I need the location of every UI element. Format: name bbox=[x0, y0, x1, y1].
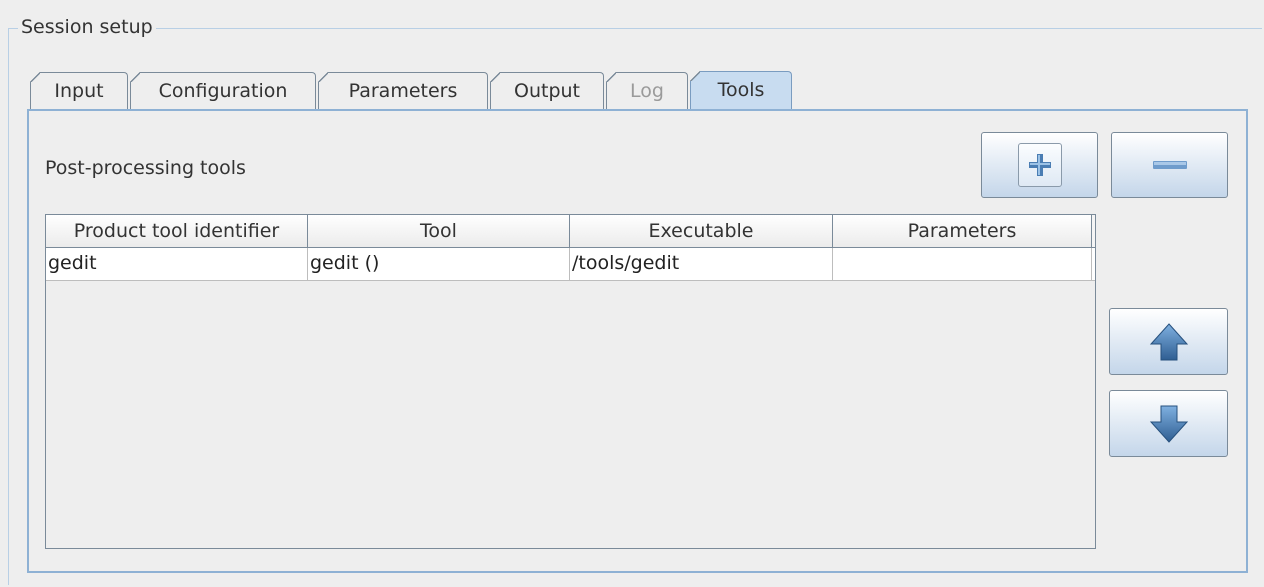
tools-table[interactable]: Product tool identifier Tool Executable … bbox=[45, 214, 1096, 549]
post-processing-heading: Post-processing tools bbox=[45, 157, 246, 179]
table-header: Product tool identifier Tool Executable … bbox=[46, 215, 1095, 248]
move-up-button[interactable] bbox=[1109, 308, 1228, 375]
arrow-down-icon bbox=[1149, 405, 1188, 443]
tab-log: Log bbox=[606, 72, 688, 109]
column-header[interactable]: Parameters bbox=[833, 215, 1092, 247]
tab-tools[interactable]: Tools bbox=[690, 71, 792, 110]
table-row[interactable]: gedit gedit () /tools/gedit bbox=[46, 248, 1095, 281]
column-header[interactable]: Executable bbox=[570, 215, 833, 247]
table-cell[interactable] bbox=[833, 248, 1092, 280]
tab-parameters[interactable]: Parameters bbox=[318, 72, 488, 109]
table-cell[interactable]: gedit () bbox=[308, 248, 570, 280]
remove-tool-button[interactable] bbox=[1111, 132, 1228, 198]
move-down-button[interactable] bbox=[1109, 390, 1228, 457]
table-cell[interactable]: gedit bbox=[46, 248, 308, 280]
minus-icon bbox=[1152, 161, 1187, 169]
plus-icon bbox=[1017, 143, 1062, 187]
tab-input[interactable]: Input bbox=[30, 72, 128, 109]
column-header[interactable]: Tool bbox=[308, 215, 570, 247]
tab-output[interactable]: Output bbox=[490, 72, 604, 109]
table-cell[interactable]: /tools/gedit bbox=[570, 248, 833, 280]
add-tool-button[interactable] bbox=[981, 132, 1098, 198]
arrow-up-icon bbox=[1149, 322, 1188, 360]
tab-configuration[interactable]: Configuration bbox=[130, 72, 316, 109]
column-header[interactable]: Product tool identifier bbox=[46, 215, 308, 247]
group-title: Session setup bbox=[18, 15, 156, 39]
